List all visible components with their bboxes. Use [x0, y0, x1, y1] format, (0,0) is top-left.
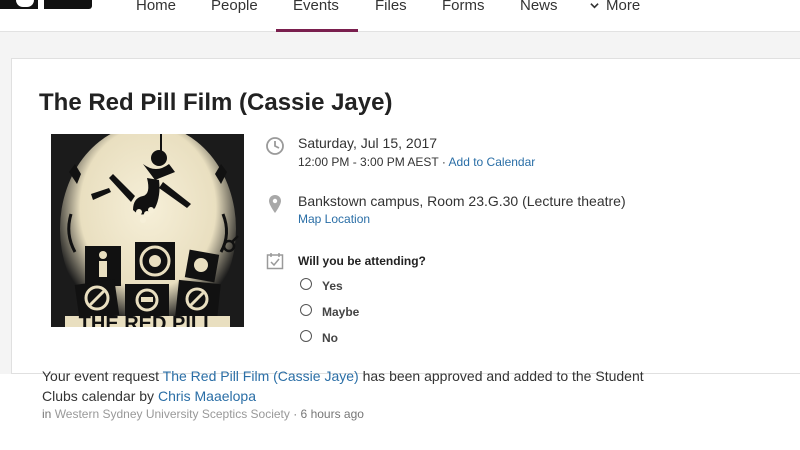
clock-icon: [266, 137, 284, 155]
nav-files[interactable]: Files: [375, 0, 407, 14]
radio-maybe-label[interactable]: Maybe: [322, 305, 359, 319]
nav-more[interactable]: More: [606, 0, 640, 14]
activity-text-start: Your event request: [42, 368, 163, 384]
radio-maybe[interactable]: [300, 304, 312, 316]
nav-events[interactable]: Events: [293, 0, 339, 14]
radio-no-label[interactable]: No: [322, 331, 338, 345]
map-pin-icon: [269, 195, 281, 213]
nav-forms[interactable]: Forms: [442, 0, 485, 14]
nav-people[interactable]: People: [211, 0, 258, 14]
timestamp: · 6 hours ago: [289, 407, 364, 421]
chevron-down-icon[interactable]: [590, 1, 599, 10]
event-date: Saturday, Jul 15, 2017: [298, 135, 438, 151]
top-navigation: Home People Events Files Forms News More: [0, 0, 800, 32]
map-location-link[interactable]: Map Location: [298, 212, 370, 226]
activity-event-link[interactable]: The Red Pill Film (Cassie Jaye): [163, 368, 359, 384]
group-link[interactable]: Western Sydney University Sceptics Socie…: [55, 407, 290, 421]
event-time: 12:00 PM - 3:00 PM AEST: [298, 155, 439, 169]
nav-news[interactable]: News: [520, 0, 558, 14]
separator: ·: [438, 155, 449, 169]
attendance-question: Will you be attending?: [298, 254, 426, 268]
poster-title: THE RED PILL: [79, 313, 216, 327]
activity-user-link[interactable]: Chris Maaelopa: [158, 388, 256, 404]
radio-yes-label[interactable]: Yes: [322, 279, 343, 293]
event-poster-image: THE RED PILL: [51, 134, 244, 327]
radio-no[interactable]: [300, 330, 312, 342]
radio-yes[interactable]: [300, 278, 312, 290]
nav-home[interactable]: Home: [136, 0, 176, 14]
event-location: Bankstown campus, Room 23.G.30 (Lecture …: [298, 193, 626, 209]
in-label: in: [42, 407, 55, 421]
event-title: The Red Pill Film (Cassie Jaye): [39, 89, 393, 116]
site-logo[interactable]: [0, 0, 92, 9]
activity-message: Your event request The Red Pill Film (Ca…: [42, 366, 682, 406]
event-time-row: 12:00 PM - 3:00 PM AEST · Add to Calenda…: [298, 155, 535, 169]
activity-meta: in Western Sydney University Sceptics So…: [42, 407, 364, 421]
calendar-check-icon: [266, 253, 284, 270]
add-to-calendar-link[interactable]: Add to Calendar: [449, 155, 536, 169]
